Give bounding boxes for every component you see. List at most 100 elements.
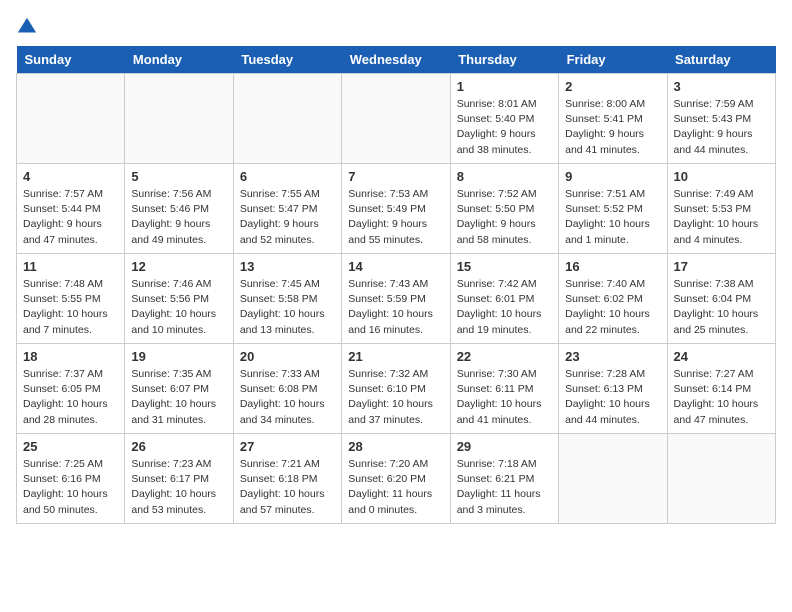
week-row-4: 18 Sunrise: 7:37 AM Sunset: 6:05 PM Dayli… <box>17 344 776 434</box>
calendar-cell: 16 Sunrise: 7:40 AM Sunset: 6:02 PM Dayli… <box>559 254 667 344</box>
day-number: 10 <box>674 169 769 184</box>
day-info: Sunrise: 8:00 AM Sunset: 5:41 PM Dayligh… <box>565 97 660 158</box>
day-info: Sunrise: 7:25 AM Sunset: 6:16 PM Dayligh… <box>23 457 118 518</box>
calendar-cell: 5 Sunrise: 7:56 AM Sunset: 5:46 PM Daylig… <box>125 164 233 254</box>
day-number: 26 <box>131 439 226 454</box>
day-info: Sunrise: 8:01 AM Sunset: 5:40 PM Dayligh… <box>457 97 552 158</box>
day-info: Sunrise: 7:38 AM Sunset: 6:04 PM Dayligh… <box>674 277 769 338</box>
calendar-cell: 8 Sunrise: 7:52 AM Sunset: 5:50 PM Daylig… <box>450 164 558 254</box>
calendar-cell: 4 Sunrise: 7:57 AM Sunset: 5:44 PM Daylig… <box>17 164 125 254</box>
day-info: Sunrise: 7:23 AM Sunset: 6:17 PM Dayligh… <box>131 457 226 518</box>
day-info: Sunrise: 7:49 AM Sunset: 5:53 PM Dayligh… <box>674 187 769 248</box>
calendar-cell: 21 Sunrise: 7:32 AM Sunset: 6:10 PM Dayli… <box>342 344 450 434</box>
week-row-2: 4 Sunrise: 7:57 AM Sunset: 5:44 PM Daylig… <box>17 164 776 254</box>
calendar-cell: 26 Sunrise: 7:23 AM Sunset: 6:17 PM Dayli… <box>125 434 233 524</box>
day-number: 5 <box>131 169 226 184</box>
day-number: 22 <box>457 349 552 364</box>
logo-icon <box>16 16 38 38</box>
page-header <box>16 16 776 38</box>
day-info: Sunrise: 7:27 AM Sunset: 6:14 PM Dayligh… <box>674 367 769 428</box>
column-header-friday: Friday <box>559 46 667 74</box>
day-info: Sunrise: 7:59 AM Sunset: 5:43 PM Dayligh… <box>674 97 769 158</box>
day-number: 8 <box>457 169 552 184</box>
day-number: 20 <box>240 349 335 364</box>
calendar-cell: 29 Sunrise: 7:18 AM Sunset: 6:21 PM Dayli… <box>450 434 558 524</box>
calendar-cell: 9 Sunrise: 7:51 AM Sunset: 5:52 PM Daylig… <box>559 164 667 254</box>
day-number: 4 <box>23 169 118 184</box>
day-number: 27 <box>240 439 335 454</box>
day-info: Sunrise: 7:43 AM Sunset: 5:59 PM Dayligh… <box>348 277 443 338</box>
calendar-cell <box>667 434 775 524</box>
day-info: Sunrise: 7:48 AM Sunset: 5:55 PM Dayligh… <box>23 277 118 338</box>
day-number: 15 <box>457 259 552 274</box>
column-header-sunday: Sunday <box>17 46 125 74</box>
calendar-cell: 12 Sunrise: 7:46 AM Sunset: 5:56 PM Dayli… <box>125 254 233 344</box>
day-info: Sunrise: 7:42 AM Sunset: 6:01 PM Dayligh… <box>457 277 552 338</box>
calendar-cell: 1 Sunrise: 8:01 AM Sunset: 5:40 PM Daylig… <box>450 74 558 164</box>
calendar-cell <box>125 74 233 164</box>
day-info: Sunrise: 7:46 AM Sunset: 5:56 PM Dayligh… <box>131 277 226 338</box>
calendar-cell: 24 Sunrise: 7:27 AM Sunset: 6:14 PM Dayli… <box>667 344 775 434</box>
calendar-cell: 18 Sunrise: 7:37 AM Sunset: 6:05 PM Dayli… <box>17 344 125 434</box>
calendar-cell: 20 Sunrise: 7:33 AM Sunset: 6:08 PM Dayli… <box>233 344 341 434</box>
day-info: Sunrise: 7:35 AM Sunset: 6:07 PM Dayligh… <box>131 367 226 428</box>
calendar-cell: 2Sunrise: 8:00 AM Sunset: 5:41 PM Daylig… <box>559 74 667 164</box>
calendar-table: SundayMondayTuesdayWednesdayThursdayFrid… <box>16 46 776 524</box>
column-header-wednesday: Wednesday <box>342 46 450 74</box>
calendar-cell: 7 Sunrise: 7:53 AM Sunset: 5:49 PM Daylig… <box>342 164 450 254</box>
day-info: Sunrise: 7:53 AM Sunset: 5:49 PM Dayligh… <box>348 187 443 248</box>
week-row-3: 11 Sunrise: 7:48 AM Sunset: 5:55 PM Dayli… <box>17 254 776 344</box>
column-header-saturday: Saturday <box>667 46 775 74</box>
day-number: 6 <box>240 169 335 184</box>
day-number: 19 <box>131 349 226 364</box>
calendar-cell: 22 Sunrise: 7:30 AM Sunset: 6:11 PM Dayli… <box>450 344 558 434</box>
day-number: 16 <box>565 259 660 274</box>
day-number: 13 <box>240 259 335 274</box>
day-info: Sunrise: 7:21 AM Sunset: 6:18 PM Dayligh… <box>240 457 335 518</box>
calendar-cell <box>233 74 341 164</box>
day-number: 29 <box>457 439 552 454</box>
day-number: 23 <box>565 349 660 364</box>
day-info: Sunrise: 7:51 AM Sunset: 5:52 PM Dayligh… <box>565 187 660 248</box>
day-info: Sunrise: 7:28 AM Sunset: 6:13 PM Dayligh… <box>565 367 660 428</box>
day-number: 21 <box>348 349 443 364</box>
calendar-cell <box>559 434 667 524</box>
header-row: SundayMondayTuesdayWednesdayThursdayFrid… <box>17 46 776 74</box>
day-number: 28 <box>348 439 443 454</box>
calendar-cell: 15 Sunrise: 7:42 AM Sunset: 6:01 PM Dayli… <box>450 254 558 344</box>
column-header-thursday: Thursday <box>450 46 558 74</box>
day-number: 12 <box>131 259 226 274</box>
calendar-cell: 25Sunrise: 7:25 AM Sunset: 6:16 PM Dayli… <box>17 434 125 524</box>
column-header-tuesday: Tuesday <box>233 46 341 74</box>
day-info: Sunrise: 7:20 AM Sunset: 6:20 PM Dayligh… <box>348 457 443 518</box>
day-number: 1 <box>457 79 552 94</box>
day-number: 11 <box>23 259 118 274</box>
calendar-cell: 10 Sunrise: 7:49 AM Sunset: 5:53 PM Dayli… <box>667 164 775 254</box>
day-info: Sunrise: 7:45 AM Sunset: 5:58 PM Dayligh… <box>240 277 335 338</box>
day-info: Sunrise: 7:37 AM Sunset: 6:05 PM Dayligh… <box>23 367 118 428</box>
day-info: Sunrise: 7:40 AM Sunset: 6:02 PM Dayligh… <box>565 277 660 338</box>
day-info: Sunrise: 7:57 AM Sunset: 5:44 PM Dayligh… <box>23 187 118 248</box>
day-info: Sunrise: 7:52 AM Sunset: 5:50 PM Dayligh… <box>457 187 552 248</box>
day-info: Sunrise: 7:18 AM Sunset: 6:21 PM Dayligh… <box>457 457 552 518</box>
day-info: Sunrise: 7:55 AM Sunset: 5:47 PM Dayligh… <box>240 187 335 248</box>
day-info: Sunrise: 7:32 AM Sunset: 6:10 PM Dayligh… <box>348 367 443 428</box>
day-number: 24 <box>674 349 769 364</box>
calendar-cell: 17 Sunrise: 7:38 AM Sunset: 6:04 PM Dayli… <box>667 254 775 344</box>
calendar-cell: 28 Sunrise: 7:20 AM Sunset: 6:20 PM Dayli… <box>342 434 450 524</box>
column-header-monday: Monday <box>125 46 233 74</box>
calendar-cell: 13 Sunrise: 7:45 AM Sunset: 5:58 PM Dayli… <box>233 254 341 344</box>
day-info: Sunrise: 7:30 AM Sunset: 6:11 PM Dayligh… <box>457 367 552 428</box>
day-info: Sunrise: 7:56 AM Sunset: 5:46 PM Dayligh… <box>131 187 226 248</box>
calendar-cell: 6 Sunrise: 7:55 AM Sunset: 5:47 PM Daylig… <box>233 164 341 254</box>
day-number: 17 <box>674 259 769 274</box>
calendar-cell: 27 Sunrise: 7:21 AM Sunset: 6:18 PM Dayli… <box>233 434 341 524</box>
day-number: 3 <box>674 79 769 94</box>
day-number: 7 <box>348 169 443 184</box>
day-info: Sunrise: 7:33 AM Sunset: 6:08 PM Dayligh… <box>240 367 335 428</box>
day-number: 18 <box>23 349 118 364</box>
calendar-cell: 19 Sunrise: 7:35 AM Sunset: 6:07 PM Dayli… <box>125 344 233 434</box>
day-number: 9 <box>565 169 660 184</box>
logo <box>16 16 42 38</box>
calendar-cell: 23 Sunrise: 7:28 AM Sunset: 6:13 PM Dayli… <box>559 344 667 434</box>
